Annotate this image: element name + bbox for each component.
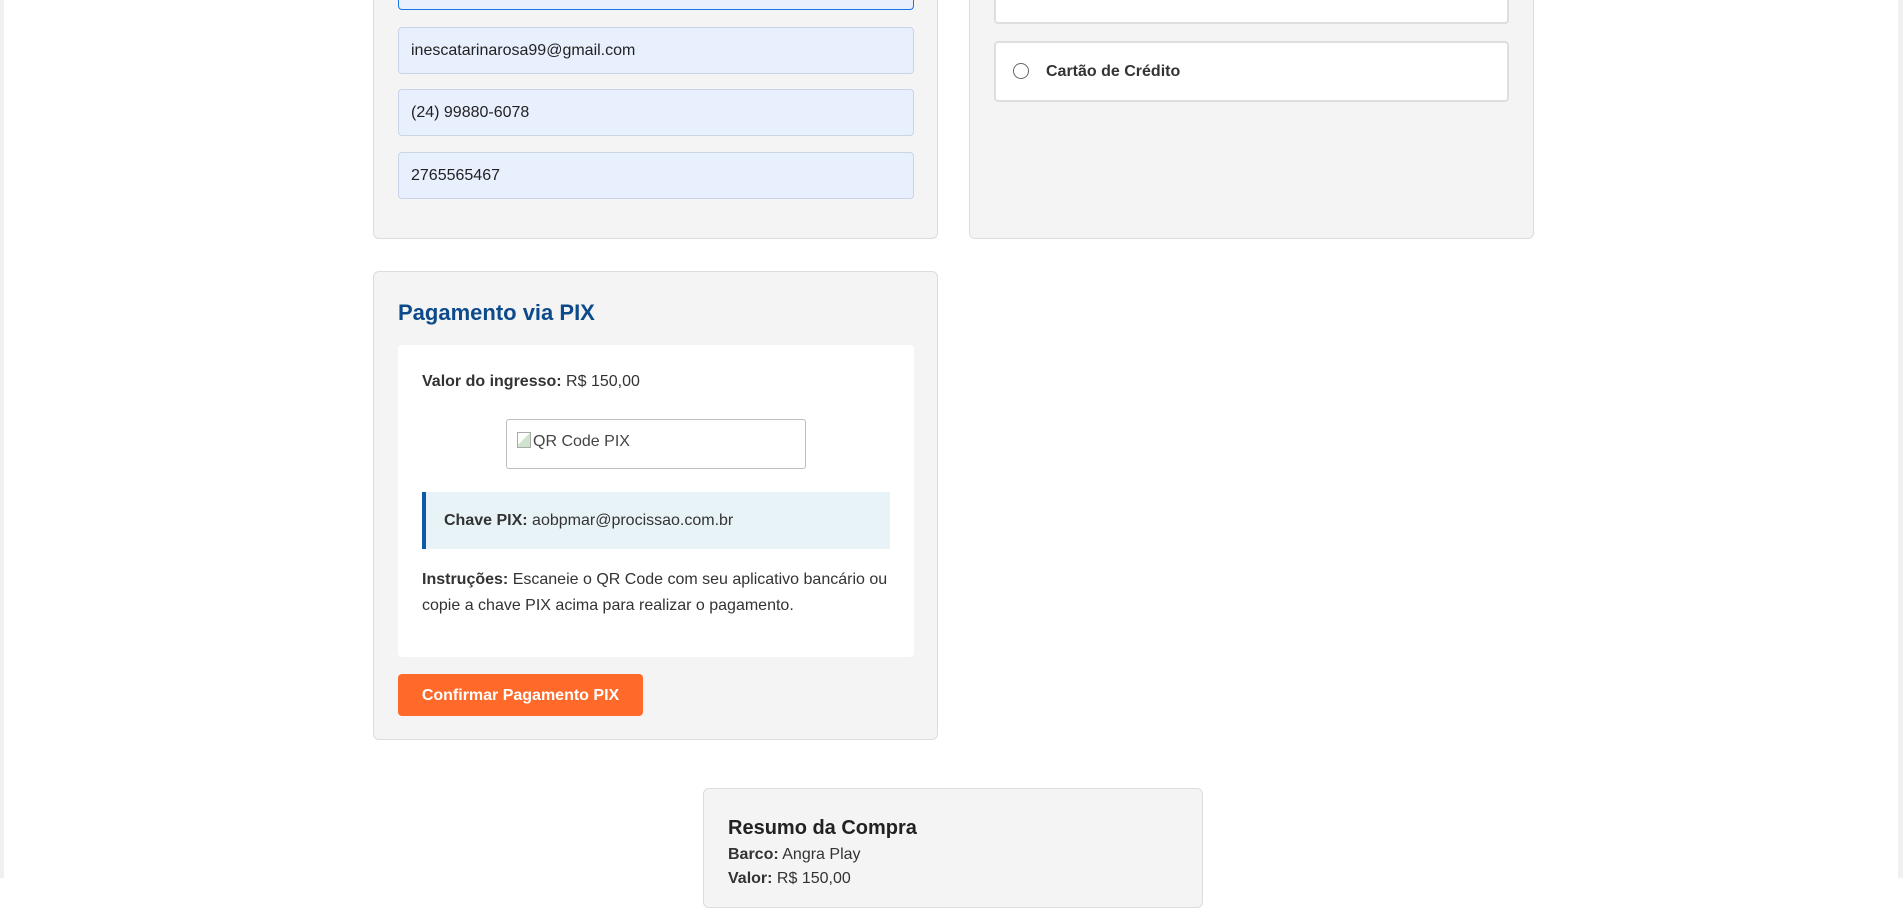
summary-value-label: Valor: (728, 870, 773, 887)
pix-card: Valor do ingresso: R$ 150,00 QR Code PIX… (398, 345, 914, 657)
qr-code-image: QR Code PIX (506, 419, 806, 469)
name-field[interactable] (398, 0, 914, 10)
broken-image-icon (517, 432, 531, 448)
pix-key-box: Chave PIX: aobpmar@procissao.com.br (422, 492, 890, 549)
pix-instructions: Instruções: Escaneie o QR Code com seu a… (422, 567, 892, 619)
summary-value-amount: R$ 150,00 (776, 870, 851, 887)
qr-code-alt-text: QR Code PIX (533, 433, 630, 450)
ticket-value-amount: R$ 150,00 (566, 373, 640, 390)
email-field[interactable]: inescatarinarosa99@gmail.com (398, 27, 914, 74)
page-left-edge (0, 0, 4, 878)
page-right-edge (1898, 0, 1903, 878)
payment-option-pix[interactable] (994, 0, 1509, 24)
payment-option-credit-card[interactable]: Cartão de Crédito (994, 41, 1509, 102)
credit-card-radio[interactable] (1013, 63, 1029, 79)
instructions-label: Instruções: (422, 571, 509, 588)
summary-boat-value: Angra Play (782, 846, 861, 863)
phone-field[interactable]: (24) 99880-6078 (398, 89, 914, 136)
payment-method-panel: Cartão de Crédito (969, 0, 1534, 239)
pix-title: Pagamento via PIX (398, 300, 595, 325)
summary-value: Valor: R$ 150,00 (728, 870, 851, 888)
pix-payment-panel: Pagamento via PIX Valor do ingresso: R$ … (373, 271, 938, 740)
contact-form-panel: inescatarinarosa99@gmail.com (24) 99880-… (373, 0, 938, 239)
qr-code-alt: QR Code PIX (517, 432, 630, 451)
summary-title: Resumo da Compra (728, 817, 917, 839)
credit-card-label: Cartão de Crédito (1046, 63, 1181, 80)
summary-boat: Barco: Angra Play (728, 846, 861, 864)
summary-boat-label: Barco: (728, 846, 779, 863)
pix-key-value: aobpmar@procissao.com.br (532, 512, 734, 529)
ticket-value: Valor do ingresso: R$ 150,00 (422, 373, 640, 391)
pix-key-label: Chave PIX: (444, 512, 528, 529)
ticket-value-label: Valor do ingresso: (422, 373, 562, 390)
document-field[interactable]: 2765565467 (398, 152, 914, 199)
purchase-summary-panel: Resumo da Compra Barco: Angra Play Valor… (703, 788, 1203, 908)
confirm-pix-payment-button[interactable]: Confirmar Pagamento PIX (398, 674, 643, 716)
